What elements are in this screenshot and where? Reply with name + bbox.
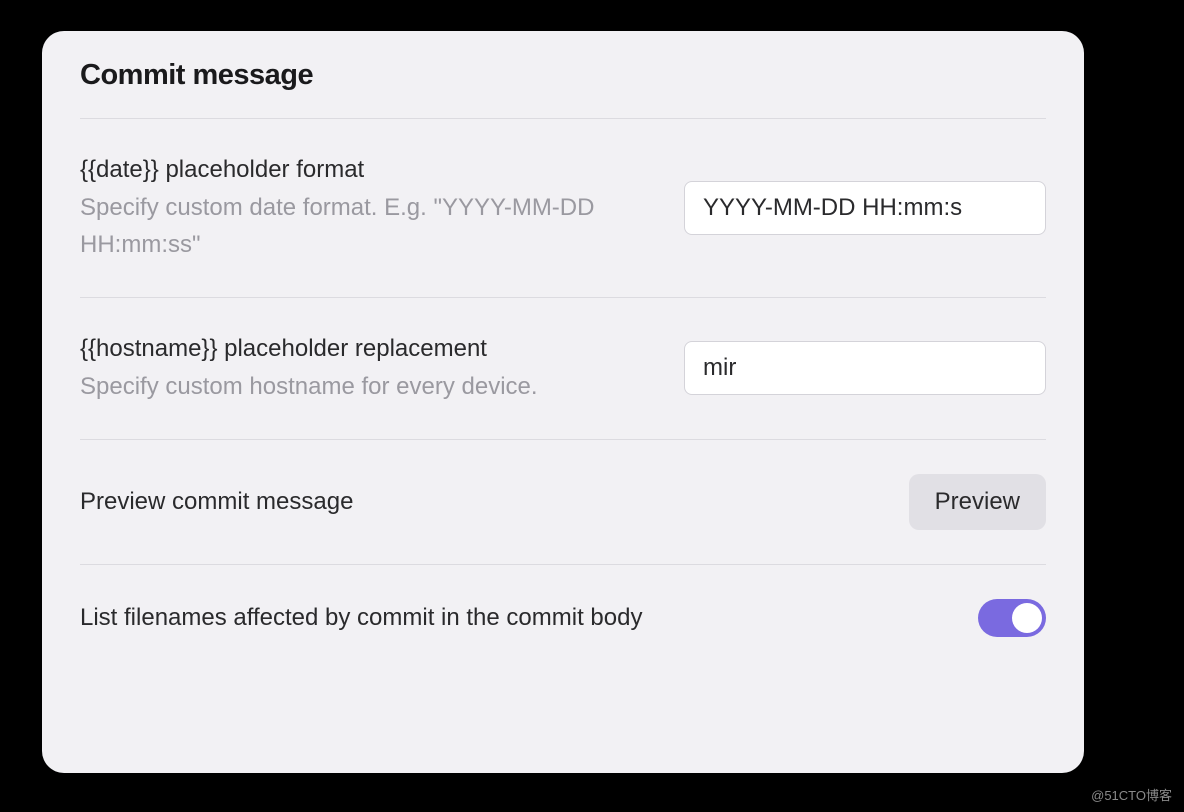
date-format-description: Specify custom date format. E.g. "YYYY-M… (80, 189, 658, 263)
date-format-row: {{date}} placeholder format Specify cust… (80, 119, 1046, 298)
hostname-left: {{hostname}} placeholder replacement Spe… (80, 332, 658, 405)
hostname-label: {{hostname}} placeholder replacement (80, 332, 658, 366)
list-filenames-left: List filenames affected by commit in the… (80, 601, 952, 635)
date-format-input[interactable] (684, 181, 1046, 235)
hostname-description: Specify custom hostname for every device… (80, 368, 658, 405)
hostname-row: {{hostname}} placeholder replacement Spe… (80, 298, 1046, 440)
panel-title: Commit message (80, 59, 1046, 119)
commit-message-panel: Commit message {{date}} placeholder form… (42, 31, 1084, 773)
watermark: @51CTO博客 (1091, 785, 1172, 804)
preview-button[interactable]: Preview (909, 474, 1046, 530)
preview-label: Preview commit message (80, 485, 883, 519)
hostname-input[interactable] (684, 341, 1046, 395)
date-format-left: {{date}} placeholder format Specify cust… (80, 153, 658, 263)
toggle-knob (1012, 603, 1042, 633)
list-filenames-toggle[interactable] (978, 599, 1046, 637)
preview-left: Preview commit message (80, 485, 883, 519)
list-filenames-row: List filenames affected by commit in the… (80, 565, 1046, 671)
preview-row: Preview commit message Preview (80, 440, 1046, 565)
date-format-label: {{date}} placeholder format (80, 153, 658, 187)
list-filenames-label: List filenames affected by commit in the… (80, 601, 952, 635)
